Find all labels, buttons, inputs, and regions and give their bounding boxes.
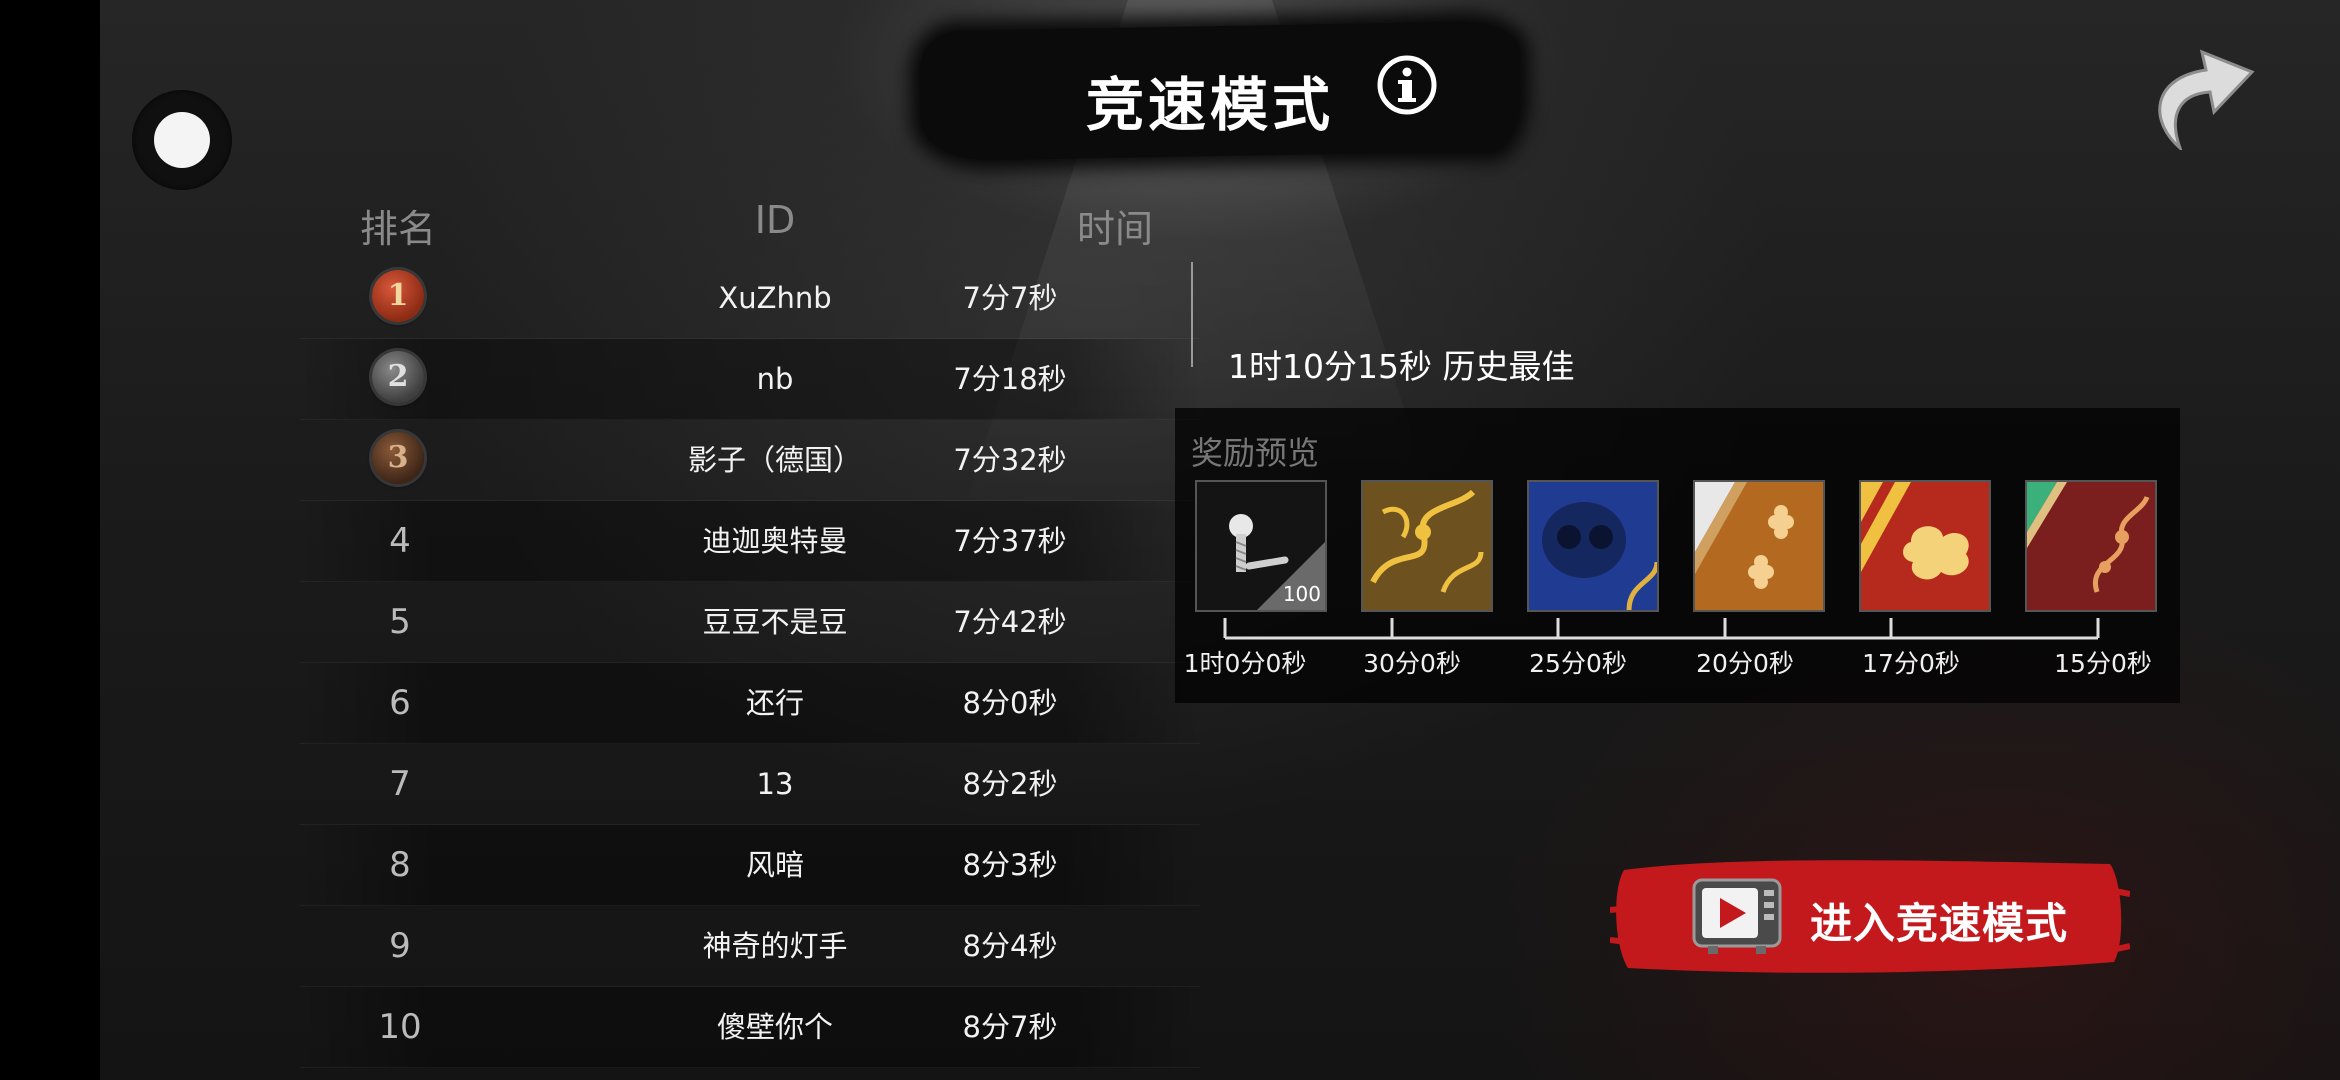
player-time: 7分42秒 bbox=[953, 605, 1067, 639]
player-time: 8分2秒 bbox=[962, 767, 1058, 801]
silver-medal-icon: 2 bbox=[372, 351, 424, 403]
player-time: 8分4秒 bbox=[962, 929, 1058, 963]
player-id: 迪迦奥特曼 bbox=[702, 524, 848, 558]
column-header-rank: 排名 bbox=[359, 207, 436, 251]
maroon-floral-skin-icon bbox=[2027, 482, 2155, 610]
player-id: 13 bbox=[756, 767, 794, 801]
reward-threshold: 25分0秒 bbox=[1529, 649, 1627, 678]
player-id: 还行 bbox=[745, 686, 804, 720]
record-dot-icon bbox=[154, 112, 210, 168]
player-time: 7分7秒 bbox=[962, 281, 1058, 315]
player-id: nb bbox=[756, 362, 794, 396]
player-id: 豆豆不是豆 bbox=[702, 605, 848, 639]
player-rank: 8 bbox=[389, 845, 411, 885]
bronze-medal-icon: 3 bbox=[372, 432, 424, 484]
player-time: 8分7秒 bbox=[962, 1010, 1058, 1044]
page-title: 竞速模式 bbox=[1085, 71, 1334, 139]
leaderboard-row: 10 傻壁你个 8分7秒 bbox=[300, 987, 1200, 1068]
reward-item-skin[interactable] bbox=[1527, 480, 1659, 612]
reward-item-skin[interactable] bbox=[1859, 480, 1991, 612]
reward-item-skin[interactable] bbox=[2025, 480, 2157, 612]
reward-threshold: 17分0秒 bbox=[1862, 649, 1960, 678]
leaderboard-row: 5 豆豆不是豆 7分42秒 bbox=[300, 582, 1200, 663]
leaderboard-row: 6 还行 8分0秒 bbox=[300, 663, 1200, 744]
reward-item-skin[interactable] bbox=[1361, 480, 1493, 612]
tv-play-icon bbox=[1692, 878, 1782, 954]
best-time: 1时10分15秒 历史最佳 bbox=[1228, 347, 1575, 386]
record-button[interactable] bbox=[132, 90, 232, 190]
player-rank: 4 bbox=[389, 521, 411, 561]
player-rank: 9 bbox=[389, 926, 411, 966]
reward-preview-panel: 奖励预览 100 1时0分0秒 30分0秒 25分0秒 20分0秒 17分0秒 … bbox=[1175, 408, 2180, 703]
player-id: XuZhnb bbox=[718, 281, 832, 315]
player-time: 7分32秒 bbox=[953, 443, 1067, 477]
leaderboard-row: 2 nb 7分18秒 bbox=[300, 339, 1200, 420]
divider-line bbox=[1191, 262, 1193, 367]
info-icon[interactable] bbox=[1376, 54, 1438, 116]
reward-threshold: 15分0秒 bbox=[2054, 649, 2152, 678]
player-rank: 6 bbox=[389, 683, 411, 723]
blue-skull-skin-icon bbox=[1529, 482, 1657, 610]
player-rank: 10 bbox=[378, 1007, 422, 1047]
player-time: 8分3秒 bbox=[962, 848, 1058, 882]
player-id: 傻壁你个 bbox=[716, 1010, 833, 1044]
game-screen: 竞速模式 排名 ID 时间 1 XuZhnb 7分7秒 2 nb 7分18秒 3… bbox=[100, 0, 2340, 1080]
reward-threshold: 1时0分0秒 bbox=[1183, 649, 1307, 678]
column-header-id: ID bbox=[754, 198, 796, 242]
player-rank: 5 bbox=[389, 602, 411, 642]
leaderboard-row: 3 影子（德国） 7分32秒 bbox=[300, 420, 1200, 501]
player-rank: 7 bbox=[389, 764, 411, 804]
leaderboard-row: 8 风暗 8分3秒 bbox=[300, 825, 1200, 906]
gold-floral-skin-icon bbox=[1363, 482, 1491, 610]
column-header-time: 时间 bbox=[1076, 207, 1153, 251]
leaderboard-row: 9 神奇的灯手 8分4秒 bbox=[300, 906, 1200, 987]
player-time: 7分37秒 bbox=[953, 524, 1067, 558]
player-id: 神奇的灯手 bbox=[702, 929, 848, 963]
share-arrow-icon[interactable] bbox=[2140, 30, 2260, 150]
player-time: 7分18秒 bbox=[953, 362, 1067, 396]
leaderboard-row: 1 XuZhnb 7分7秒 bbox=[300, 258, 1200, 339]
reward-item-skin[interactable] bbox=[1693, 480, 1825, 612]
player-time: 8分0秒 bbox=[962, 686, 1058, 720]
gold-medal-icon: 1 bbox=[372, 270, 424, 322]
reward-threshold: 20分0秒 bbox=[1696, 649, 1794, 678]
leaderboard-row: 7 13 8分2秒 bbox=[300, 744, 1200, 825]
reward-item-screw[interactable]: 100 bbox=[1195, 480, 1327, 612]
enter-race-mode-button[interactable]: 进入竞速模式 bbox=[1610, 850, 2130, 980]
leaderboard-row: 4 迪迦奥特曼 7分37秒 bbox=[300, 501, 1200, 582]
red-cloud-skin-icon bbox=[1861, 482, 1989, 610]
item-count: 100 bbox=[1282, 582, 1321, 606]
enter-race-mode-label: 进入竞速模式 bbox=[1810, 899, 2069, 948]
player-id: 影子（德国） bbox=[687, 443, 862, 477]
reward-threshold: 30分0秒 bbox=[1363, 649, 1461, 678]
player-id: 风暗 bbox=[745, 848, 804, 882]
orange-floral-skin-icon bbox=[1695, 482, 1823, 610]
